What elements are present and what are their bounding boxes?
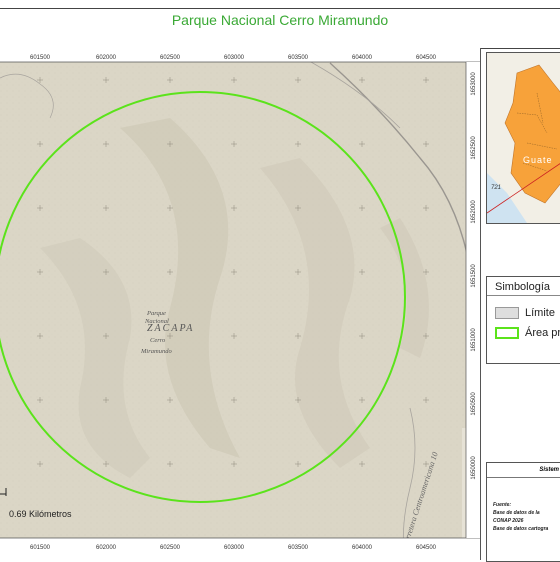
- park-label-line1: Parque: [146, 310, 166, 317]
- park-label-line2: Nacional: [144, 318, 169, 325]
- x-tick-label-top: 602500: [160, 55, 181, 61]
- legend-item-protected: Área pr: [495, 327, 560, 341]
- x-tick-label-bottom: 601500: [30, 545, 51, 551]
- y-tick-label: 1651000: [471, 328, 477, 352]
- info-line2: CONAP 2026: [493, 518, 524, 524]
- title-bar: Parque Nacional Cerro Miramundo: [0, 0, 560, 49]
- info-line1: Base de datos de la: [493, 510, 540, 516]
- y-tick-label: 1651500: [471, 264, 477, 288]
- park-label-line4: Miramundo: [140, 348, 172, 355]
- inset-canvas: Guate 721: [487, 53, 560, 223]
- info-source-label: Fuente:: [493, 502, 512, 508]
- x-tick-label-top: 602000: [96, 55, 117, 61]
- x-tick-label-bottom: 603000: [224, 545, 245, 551]
- legend-swatch-limit: [495, 307, 519, 320]
- y-tick-label: 1650500: [471, 392, 477, 416]
- legend-title: Simbología: [495, 281, 551, 293]
- x-tick-label-bottom: 602500: [160, 545, 181, 551]
- legend-divider: [487, 295, 560, 296]
- legend-panel: Simbología Límite Área pr: [486, 276, 560, 364]
- inset-road-number: 721: [491, 185, 501, 191]
- info-line3: Base de datos cartogra: [493, 526, 549, 532]
- x-tick-label-top: 604500: [416, 55, 437, 61]
- x-tick-label-bottom: 604500: [416, 545, 437, 551]
- info-panel: Sistem Fuente: Base de datos de la CONAP…: [486, 462, 560, 562]
- legend-label-protected: Área pr: [525, 327, 560, 339]
- x-tick-label-top: 603000: [224, 55, 245, 61]
- x-tick-label-top: 604000: [352, 55, 373, 61]
- park-label-line3: Cerro: [150, 337, 166, 344]
- x-tick-label-bottom: 604000: [352, 545, 373, 551]
- legend-item-limit: Límite: [495, 307, 555, 321]
- y-tick-label: 1652000: [471, 200, 477, 224]
- inset-country-label: Guate: [523, 155, 553, 165]
- info-text: Fuente: Base de datos de la CONAP 2026 B…: [493, 501, 548, 533]
- x-tick-label-top: 601500: [30, 55, 51, 61]
- inset-map: Guate 721: [486, 52, 560, 224]
- scale-label: 0.69 Kilómetros: [9, 509, 72, 519]
- x-tick-label-bottom: 602000: [96, 545, 117, 551]
- info-header: Sistem: [487, 463, 560, 478]
- map-title: Parque Nacional Cerro Miramundo: [171, 12, 389, 28]
- y-tick-label: 1650000: [471, 456, 477, 480]
- map-frame[interactable]: ZACAPA Parque Nacional Cerro Miramundo C…: [0, 48, 481, 560]
- legend-swatch-protected: [495, 327, 519, 340]
- y-tick-label: 1652500: [471, 136, 477, 160]
- map-canvas[interactable]: ZACAPA Parque Nacional Cerro Miramundo C…: [0, 48, 480, 560]
- x-tick-label-top: 603500: [288, 55, 309, 61]
- x-tick-label-bottom: 603500: [288, 545, 309, 551]
- legend-label-limit: Límite: [525, 307, 555, 319]
- y-tick-label: 1653000: [471, 72, 477, 96]
